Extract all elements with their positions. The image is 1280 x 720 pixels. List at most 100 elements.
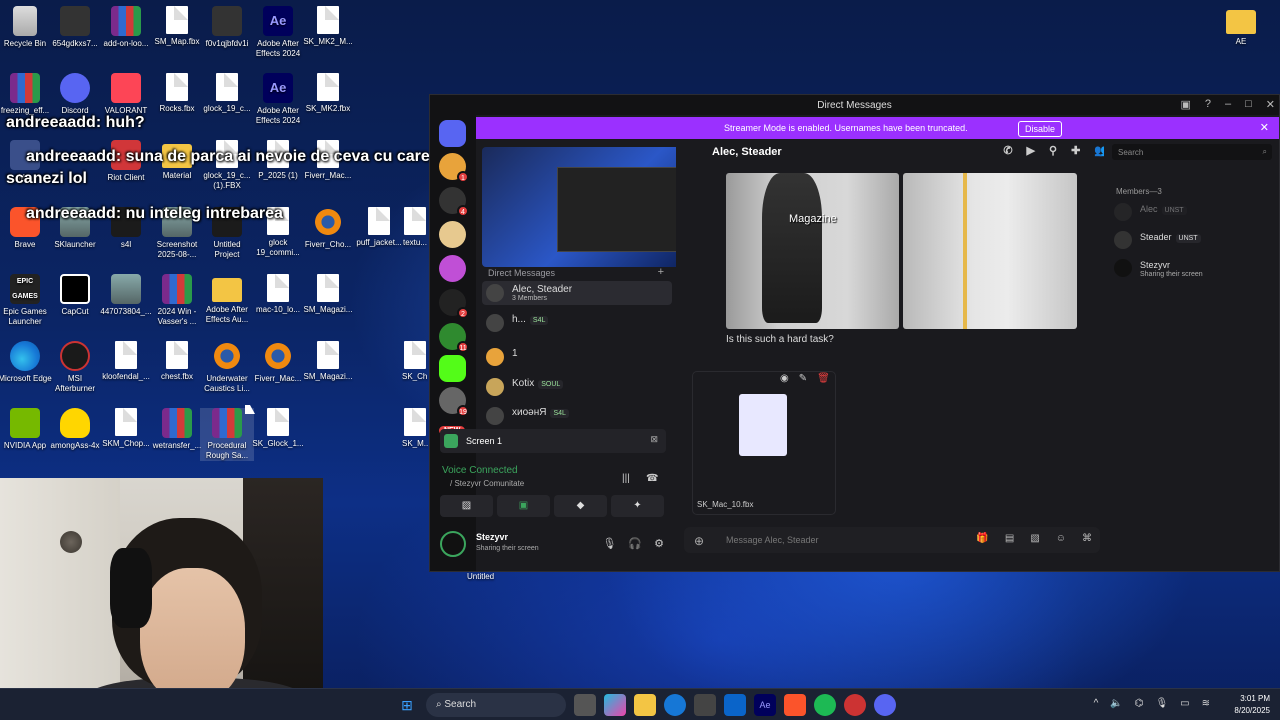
volume-icon[interactable]: 🔈 — [1110, 698, 1122, 709]
member-item[interactable]: Stezyvr Sharing their screen — [1114, 257, 1264, 279]
desktop-icon-discord[interactable]: Discord — [48, 73, 102, 116]
display-icon[interactable]: ▭ — [1180, 698, 1189, 709]
help-icon[interactable]: ? — [1205, 98, 1211, 111]
desktop-icon-blender[interactable]: Fiverr_Cho... — [301, 207, 355, 250]
desktop-icon-file[interactable]: puff_jacket... — [352, 207, 406, 248]
desktop-icon-file[interactable]: kloofendal_... — [99, 341, 153, 382]
disconnect-icon[interactable]: ☎ — [646, 473, 658, 484]
desktop-icon-file[interactable]: SK_MK2.fbx — [301, 73, 355, 114]
disable-streamer-button[interactable]: Disable — [1018, 121, 1063, 137]
gift-icon[interactable]: 🎁 — [976, 533, 988, 544]
store-icon[interactable] — [694, 694, 716, 716]
edit-pencil-icon[interactable]: ✎ — [799, 373, 807, 384]
minimize-icon[interactable]: – — [1225, 98, 1231, 111]
close-icon[interactable]: ✕ — [1266, 98, 1275, 111]
desktop-icon-among-us[interactable]: amongAss-4x — [48, 408, 102, 451]
member-item[interactable]: Steader UNST — [1114, 229, 1264, 251]
desktop-icon-file[interactable]: textu... — [402, 207, 428, 248]
server-icon[interactable]: 4 — [439, 187, 469, 217]
trash-icon[interactable]: 🗑 — [817, 373, 830, 384]
desktop-icon-folder[interactable]: Adobe After Effects Au... — [200, 274, 254, 325]
server-icon[interactable]: 11 — [439, 323, 469, 353]
game-controller-icon[interactable]: ⌘ — [1082, 533, 1092, 544]
search-input[interactable]: Search ⌕ — [1112, 144, 1272, 160]
headphones-icon[interactable]: 🎧 — [628, 537, 642, 550]
brave-icon[interactable] — [784, 694, 806, 716]
file-explorer-icon[interactable] — [634, 694, 656, 716]
new-dm-icon[interactable]: + — [658, 266, 664, 278]
desktop-icon-after-effects[interactable]: Ae Adobe After Effects 2024 — [251, 6, 305, 59]
screen-share-row[interactable]: Screen 1 ⊠ — [440, 429, 666, 453]
network-icon[interactable]: ⌬ — [1135, 698, 1144, 709]
taskbar-search[interactable]: ⌕ Search — [426, 693, 566, 717]
dm-item[interactable]: Kotix SOUL — [482, 375, 672, 399]
voice-channel-name[interactable]: / Stezyvr Comunitate — [450, 479, 524, 488]
dm-item[interactable]: 1 — [482, 345, 672, 369]
desktop-icon-file[interactable]: chest.fbx — [150, 341, 204, 382]
desktop-icon-file[interactable]: glock_19_c... — [200, 73, 254, 114]
wifi-icon[interactable]: ≋ — [1202, 698, 1210, 709]
attachment-image[interactable] — [903, 173, 1077, 329]
server-icon[interactable] — [439, 255, 466, 282]
pin-icon[interactable]: ⚲ — [1049, 144, 1057, 157]
desktop-icon-blender[interactable]: Underwater Caustics Li... — [200, 341, 254, 394]
desktop-icon-epic-games[interactable]: EPIC GAMES Epic Games Launcher — [0, 274, 52, 327]
windows-start-icon[interactable]: ⊞ — [396, 694, 418, 716]
desktop-icon-file[interactable]: 654gdkxs7... — [48, 6, 102, 49]
settings-gear-icon[interactable]: ⚙ — [654, 537, 664, 550]
desktop-icon-file[interactable]: f0v1qjbfdv1i — [200, 6, 254, 49]
desktop-icon-msi-afterburner[interactable]: MSI Afterburner — [48, 341, 102, 394]
desktop-icon-file[interactable]: SM_Magazi... — [301, 274, 355, 315]
stop-stream-icon[interactable]: ⊠ — [650, 434, 658, 445]
desktop-icon-file[interactable]: SK_Glock_1... — [251, 408, 305, 449]
sticker-icon[interactable]: ▧ — [1030, 533, 1039, 544]
dm-item[interactable]: хиоәнЯ S4L — [482, 404, 672, 428]
gif-icon[interactable]: ▤ — [1005, 533, 1014, 544]
desktop-icon-file[interactable]: SKM_Chop... — [99, 408, 153, 449]
dm-item[interactable]: Alec, Steader 3 Members — [482, 281, 672, 305]
desktop-icon-capcut[interactable]: CapCut — [48, 274, 102, 317]
desktop-icon-archive[interactable]: add-on-loo... — [99, 6, 153, 49]
discord-icon[interactable] — [874, 694, 896, 716]
attachment-filename[interactable]: SK_Mac_10.fbx — [697, 500, 753, 509]
server-icon[interactable] — [439, 221, 466, 248]
add-attachment-icon[interactable]: ⊕ — [694, 534, 704, 548]
inbox-icon[interactable]: ▣ — [1180, 98, 1190, 111]
task-view-icon[interactable] — [574, 694, 596, 716]
avatar[interactable] — [440, 531, 466, 557]
server-icon[interactable]: 1 — [439, 153, 469, 183]
microphone-icon[interactable]: 🎙 — [1155, 698, 1168, 709]
after-effects-icon[interactable]: Ae — [754, 694, 776, 716]
desktop-icon-file[interactable]: SM_Magazi... — [301, 341, 355, 382]
share-screen-button[interactable]: ▣ — [497, 495, 550, 517]
file-attachment[interactable]: SK_Mac_10.fbx — [692, 371, 836, 515]
app-icon[interactable] — [844, 694, 866, 716]
desktop-icon-file[interactable]: SK_MK2_M... — [301, 6, 355, 47]
outlook-icon[interactable] — [724, 694, 746, 716]
soundboard-button[interactable]: ✦ — [611, 495, 664, 517]
desktop-icon-recycle-bin[interactable]: Recycle Bin — [0, 6, 52, 49]
desktop-icon-archive-selected[interactable]: Procedural Rough Sa... — [200, 408, 254, 461]
desktop-icon-file[interactable]: SK_Ch... — [402, 341, 428, 382]
desktop-icon-blender[interactable]: Fiverr_Mac... — [251, 341, 305, 384]
call-icon[interactable]: ✆ — [1003, 144, 1012, 157]
desktop-icon-archive[interactable]: wetransfer_... — [150, 408, 204, 451]
maximize-icon[interactable]: □ — [1245, 98, 1252, 111]
desktop-icon-file[interactable]: SM_Map.fbx — [150, 6, 204, 47]
desktop-icon-valorant[interactable]: VALORANT — [99, 73, 153, 116]
message-input[interactable]: ⊕ Message Alec, Steader 🎁 ▤ ▧ ☺ ⌘ — [684, 527, 1100, 553]
microphone-icon[interactable]: 🎙 — [602, 537, 616, 550]
edge-icon[interactable] — [664, 694, 686, 716]
video-call-icon[interactable]: ▶ — [1027, 144, 1035, 157]
desktop-icon-file[interactable]: mac-10_lo... — [251, 274, 305, 315]
attachment-image[interactable]: Magazine — [726, 173, 899, 329]
member-item[interactable]: Alec UNST — [1114, 201, 1264, 223]
server-icon[interactable]: 2 — [439, 289, 469, 319]
discord-home-icon[interactable] — [439, 120, 466, 147]
desktop-icon-file[interactable]: Rocks.fbx — [150, 73, 204, 114]
copilot-icon[interactable] — [604, 694, 626, 716]
eye-icon[interactable]: ◉ — [780, 373, 789, 384]
desktop-icon-nvidia-app[interactable]: NVIDIA App — [0, 408, 52, 451]
desktop-icon-archive[interactable]: freezing_eff... — [0, 73, 52, 116]
add-friend-icon[interactable]: ✚ — [1071, 144, 1080, 157]
